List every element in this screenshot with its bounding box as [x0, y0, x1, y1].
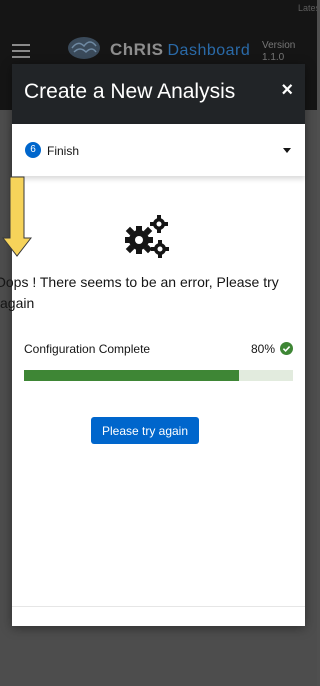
hamburger-menu-icon[interactable]: [12, 44, 30, 62]
chris-logo-icon: [68, 37, 100, 59]
arrow-down-icon: [2, 176, 32, 257]
latest-update-text: Latest update 04 Apr 2022: [298, 3, 317, 13]
progress-bar-fill: [24, 370, 240, 381]
progress-bar: [24, 370, 293, 381]
chevron-down-icon: [283, 148, 291, 153]
modal-footer-divider: [12, 606, 305, 607]
progress-label: Configuration Complete: [24, 342, 151, 356]
step-dropdown[interactable]: 6 Finish: [12, 124, 305, 176]
modal-title: Create a New Analysis: [24, 80, 236, 103]
create-analysis-modal: Create a New Analysis × 6 Finish Oops ! …: [0, 64, 305, 626]
check-circle-icon: [280, 342, 293, 355]
modal-header: Create a New Analysis ×: [12, 64, 305, 124]
try-again-button[interactable]: Please try again: [91, 417, 199, 444]
cogs-icon: [125, 215, 169, 258]
app-brand: ChRIS Dashboard: [110, 40, 250, 60]
app-suffix: Dashboard: [167, 42, 251, 59]
step-number-badge: 6: [25, 142, 41, 158]
error-message: Oops ! There seems to be an error, Pleas…: [0, 274, 279, 311]
progress-value: 80%: [250, 342, 275, 356]
version-text: Version 1.1.0: [262, 40, 296, 63]
close-icon[interactable]: ×: [281, 79, 293, 102]
step-label: Finish: [47, 144, 80, 158]
app-name: ChRIS: [110, 40, 164, 59]
